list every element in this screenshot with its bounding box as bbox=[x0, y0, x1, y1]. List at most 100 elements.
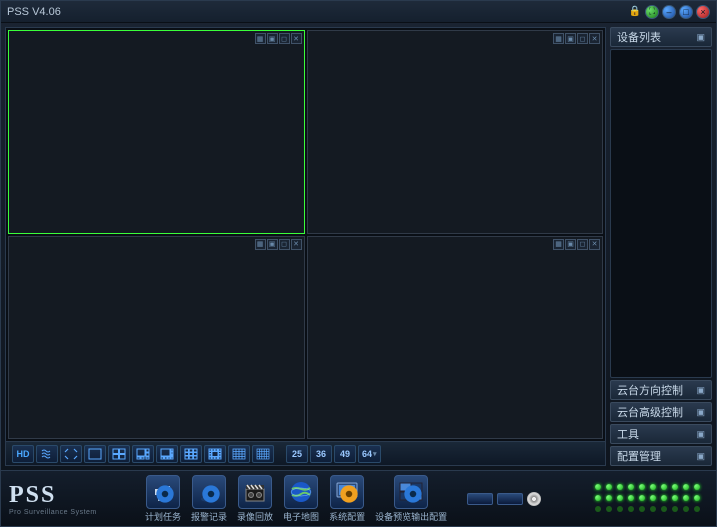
hd-button[interactable]: HD bbox=[12, 445, 34, 463]
video-pane-4[interactable]: ▦ ▣ ◻ ✕ bbox=[307, 236, 604, 440]
pane-tool-icon[interactable]: ✕ bbox=[589, 33, 600, 44]
led-icon bbox=[595, 506, 601, 512]
pane-tool-icon[interactable]: ▦ bbox=[553, 239, 564, 250]
led-icon bbox=[661, 495, 667, 501]
globe-icon bbox=[284, 475, 318, 509]
layout-9-button[interactable] bbox=[180, 445, 202, 463]
led-icon bbox=[628, 484, 634, 490]
output-config-button[interactable]: 设备预览输出配置 bbox=[373, 475, 449, 523]
close-button[interactable]: × bbox=[696, 5, 710, 19]
expand-icon: ▣ bbox=[696, 407, 705, 418]
led-icon bbox=[694, 495, 700, 501]
schedule-button[interactable]: 计划任务 bbox=[143, 475, 183, 523]
panel-title: 工具 bbox=[617, 426, 639, 442]
led-icon bbox=[683, 506, 689, 512]
video-pane-2[interactable]: ▦ ▣ ◻ ✕ bbox=[307, 30, 604, 234]
button-label: 电子地图 bbox=[283, 510, 319, 523]
disk-indicators bbox=[467, 492, 541, 506]
panel-title: 配置管理 bbox=[617, 448, 661, 464]
quality-button[interactable] bbox=[36, 445, 58, 463]
fullscreen-layout-button[interactable] bbox=[60, 445, 82, 463]
collapse-icon: ▣ bbox=[696, 32, 705, 43]
led-icon bbox=[661, 506, 667, 512]
maximize-button[interactable]: □ bbox=[679, 5, 693, 19]
pane-tool-icon[interactable]: ✕ bbox=[291, 33, 302, 44]
layout-20-button[interactable] bbox=[252, 445, 274, 463]
panel-title: 设备列表 bbox=[617, 29, 661, 45]
ptz-advanced-panel-header[interactable]: 云台高级控制 ▣ bbox=[610, 402, 712, 422]
device-list-panel-header[interactable]: 设备列表 ▣ bbox=[610, 27, 712, 47]
app-title: PSS V4.06 bbox=[7, 6, 626, 18]
layout-1-button[interactable] bbox=[84, 445, 106, 463]
brand: PSS Pro Surveillance System bbox=[9, 482, 137, 516]
led-icon bbox=[672, 495, 678, 501]
pane-tool-icon[interactable]: ◻ bbox=[279, 239, 290, 250]
pane-toolbar: ▦ ▣ ◻ ✕ bbox=[553, 33, 600, 44]
layout-4-button[interactable] bbox=[108, 445, 130, 463]
led-icon bbox=[617, 484, 623, 490]
led-icon bbox=[683, 495, 689, 501]
led-icon bbox=[661, 484, 667, 490]
disc-icon[interactable] bbox=[527, 492, 541, 506]
layout-6-button[interactable] bbox=[132, 445, 154, 463]
video-pane-3[interactable]: ▦ ▣ ◻ ✕ bbox=[8, 236, 305, 440]
pane-tool-icon[interactable]: ▣ bbox=[565, 33, 576, 44]
hdd-icon[interactable] bbox=[467, 493, 493, 505]
pane-tool-icon[interactable]: ▦ bbox=[553, 33, 564, 44]
pane-tool-icon[interactable]: ◻ bbox=[577, 33, 588, 44]
video-area: ▦ ▣ ◻ ✕ ▦ ▣ ◻ ✕ ▦ bbox=[5, 27, 606, 466]
tools-panel-header[interactable]: 工具 ▣ bbox=[610, 424, 712, 444]
expand-icon: ▣ bbox=[696, 451, 705, 462]
led-icon bbox=[628, 495, 634, 501]
minimize-button[interactable]: – bbox=[662, 5, 676, 19]
layout-8-button[interactable] bbox=[156, 445, 178, 463]
lock-icon[interactable]: 🔒 bbox=[628, 5, 642, 19]
camera-icon bbox=[146, 475, 180, 509]
led-icon bbox=[639, 495, 645, 501]
alarm-button[interactable]: 报警记录 bbox=[189, 475, 229, 523]
led-icon bbox=[617, 495, 623, 501]
playback-button[interactable]: 录像回放 bbox=[235, 475, 275, 523]
pane-tool-icon[interactable]: ◻ bbox=[279, 33, 290, 44]
led-icon bbox=[595, 495, 601, 501]
brand-sub: Pro Surveillance System bbox=[9, 509, 137, 516]
fullscreen-button[interactable]: ⛶ bbox=[645, 5, 659, 19]
emap-button[interactable]: 电子地图 bbox=[281, 475, 321, 523]
pane-tool-icon[interactable]: ▣ bbox=[267, 33, 278, 44]
gear-icon bbox=[400, 481, 426, 507]
pane-tool-icon[interactable]: ◻ bbox=[577, 239, 588, 250]
layout-13-button[interactable] bbox=[204, 445, 226, 463]
led-icon bbox=[672, 484, 678, 490]
button-label: 报警记录 bbox=[191, 510, 227, 523]
led-icon bbox=[617, 506, 623, 512]
video-pane-1[interactable]: ▦ ▣ ◻ ✕ bbox=[8, 30, 305, 234]
button-label: 计划任务 bbox=[145, 510, 181, 523]
pane-tool-icon[interactable]: ▦ bbox=[255, 239, 266, 250]
pane-tool-icon[interactable]: ✕ bbox=[589, 239, 600, 250]
device-tree[interactable] bbox=[610, 49, 712, 378]
main-content: ▦ ▣ ◻ ✕ ▦ ▣ ◻ ✕ ▦ bbox=[1, 23, 716, 470]
hdd-icon[interactable] bbox=[497, 493, 523, 505]
layout-16-button[interactable] bbox=[228, 445, 250, 463]
config-mgmt-panel-header[interactable]: 配置管理 ▣ bbox=[610, 446, 712, 466]
ptz-direction-panel-header[interactable]: 云台方向控制 ▣ bbox=[610, 380, 712, 400]
led-icon bbox=[606, 495, 612, 501]
clapper-icon bbox=[238, 475, 272, 509]
sysconfig-button[interactable]: 系统配置 bbox=[327, 475, 367, 523]
pane-tool-icon[interactable]: ▦ bbox=[255, 33, 266, 44]
pane-tool-icon[interactable]: ▣ bbox=[267, 239, 278, 250]
layout-36-button[interactable]: 36 bbox=[310, 445, 332, 463]
pane-tool-icon[interactable]: ✕ bbox=[291, 239, 302, 250]
pane-tool-icon[interactable]: ▣ bbox=[565, 239, 576, 250]
status-leds bbox=[595, 484, 708, 514]
led-icon bbox=[694, 506, 700, 512]
layout-49-button[interactable]: 49 bbox=[334, 445, 356, 463]
app-window: PSS V4.06 🔒 ⛶ – □ × ▦ ▣ ◻ ✕ ▦ bbox=[0, 0, 717, 527]
expand-icon: ▣ bbox=[696, 429, 705, 440]
video-grid: ▦ ▣ ◻ ✕ ▦ ▣ ◻ ✕ ▦ bbox=[6, 28, 605, 441]
gear-icon bbox=[152, 481, 178, 507]
layout-25-button[interactable]: 25 bbox=[286, 445, 308, 463]
right-sidebar: 设备列表 ▣ 云台方向控制 ▣ 云台高级控制 ▣ 工具 ▣ 配置管理 ▣ bbox=[610, 27, 712, 466]
button-label: 系统配置 bbox=[329, 510, 365, 523]
layout-64-button[interactable]: 64▾ bbox=[358, 445, 381, 463]
